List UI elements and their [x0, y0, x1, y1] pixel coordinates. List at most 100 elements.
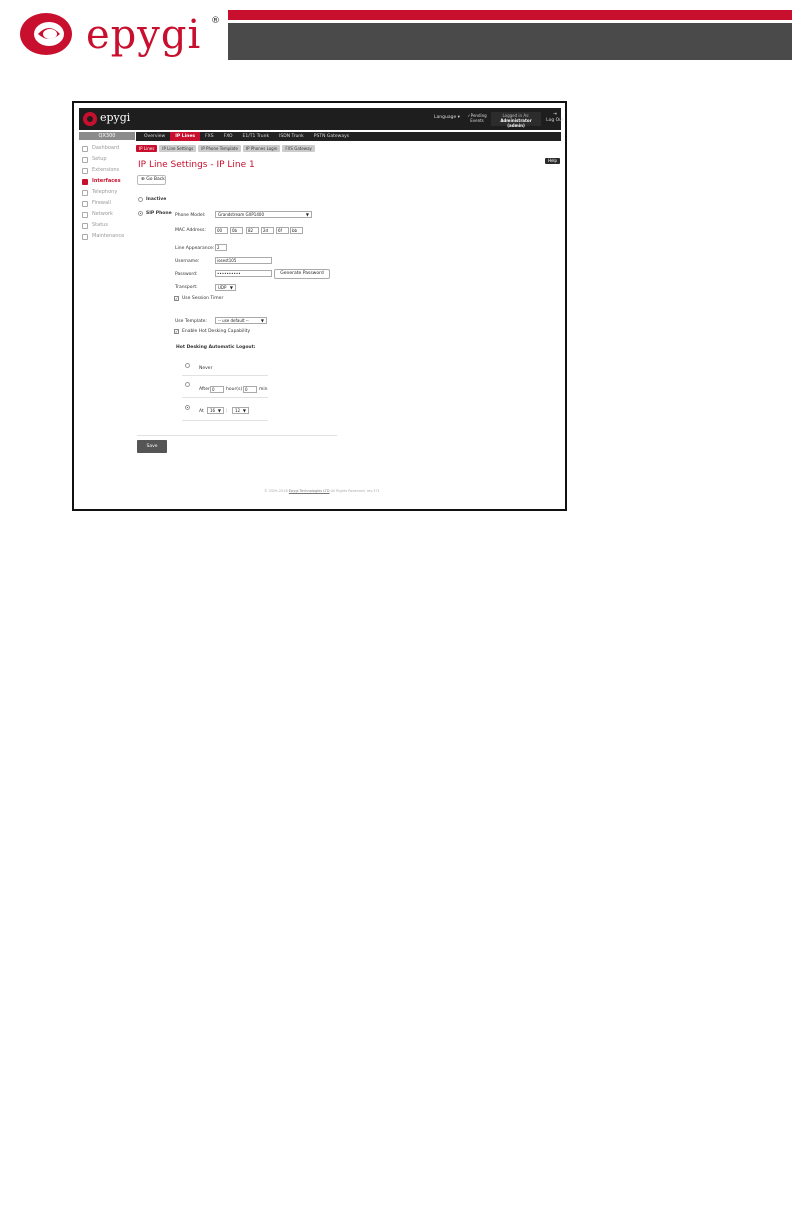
sidebar-item-label: Maintenance	[92, 233, 125, 239]
min-label: min	[259, 387, 268, 392]
logout-never-label: Never	[199, 366, 213, 371]
hot-desking-checkbox[interactable]: ✓	[174, 329, 179, 334]
sidebar-item-firewall[interactable]: Firewall	[79, 198, 135, 209]
top-bar: epygi Language ▾ ✓Pending Events Logged …	[79, 108, 564, 130]
dashboard-icon	[82, 145, 88, 152]
footer-copyright: © 2009-2016	[264, 489, 288, 493]
sidebar-item-label: Firewall	[92, 200, 111, 206]
logout-never-radio[interactable]	[185, 363, 190, 368]
mac-octet-3[interactable]: 82	[246, 227, 259, 234]
tab-pstn-gateways[interactable]: PSTN Gateways	[309, 132, 354, 141]
subtab-ip-phones-login[interactable]: IP Phones Login	[242, 145, 281, 152]
page-title: IP Line Settings - IP Line 1	[138, 160, 255, 170]
line-appearance-input[interactable]: 2	[215, 244, 227, 251]
tab-fxs[interactable]: FXS	[200, 132, 219, 141]
divider	[182, 397, 268, 398]
transport-value: UDP	[218, 285, 227, 290]
go-back-button[interactable]: ⊕ Go Back	[137, 175, 166, 185]
events-label: Events	[470, 118, 484, 123]
back-arrow-icon: ⊕	[141, 177, 145, 182]
tab-fxo[interactable]: FXO	[219, 132, 238, 141]
at-hour-value: 16	[210, 408, 216, 413]
session-timer-checkbox[interactable]: ✓	[174, 296, 179, 301]
sidebar-item-network[interactable]: Network	[79, 209, 135, 220]
sidebar-item-label: Extensions	[92, 167, 120, 173]
app-logo-text: epygi	[100, 111, 131, 124]
at-label: At	[199, 409, 204, 414]
logout-at-radio[interactable]	[185, 405, 190, 410]
language-dropdown[interactable]: Language ▾	[434, 115, 460, 120]
sip-phone-radio[interactable]	[138, 211, 143, 216]
use-template-select[interactable]: -- use default -- ▼	[215, 317, 267, 324]
footer: © 2009-2016 Epygi Technologies LTD All R…	[264, 489, 380, 493]
subtab-ip-lines[interactable]: IP Lines	[136, 145, 158, 152]
after-hours-input[interactable]: 0	[210, 386, 224, 393]
password-input[interactable]: ••••••••••	[215, 270, 272, 277]
dropdown-arrow-icon: ▼	[229, 285, 233, 290]
logout-after-radio[interactable]	[185, 382, 190, 387]
username-input[interactable]: iosest105	[215, 257, 272, 264]
pending-events-button[interactable]: ✓Pending Events	[465, 113, 489, 123]
mac-octet-1[interactable]: 00	[215, 227, 228, 234]
at-min-value: 12	[235, 408, 241, 413]
dropdown-arrow-icon: ▼	[305, 212, 309, 217]
sub-nav: IP Lines IP Line Settings IP Phone Templ…	[136, 145, 315, 152]
logged-in-user: Administrator (admin)	[500, 118, 532, 128]
sidebar-item-label: Setup	[92, 156, 107, 162]
help-button[interactable]: Help	[545, 158, 560, 164]
divider	[182, 420, 268, 421]
sidebar-item-label: Telephony	[92, 189, 118, 195]
sidebar-item-label: Network	[92, 211, 113, 217]
hot-desking-label: Enable Hot Desking Capability	[182, 329, 251, 334]
mac-octet-5[interactable]: 6f	[276, 227, 289, 234]
phone-model-select[interactable]: Grandstream GXP1400 ▼	[215, 211, 312, 218]
generate-password-button[interactable]: Generate Password	[274, 269, 330, 279]
sidebar-item-label: Status	[92, 222, 108, 228]
mac-address-label: MAC Address:	[175, 228, 206, 233]
go-back-label: Go Back	[146, 177, 165, 182]
logout-button[interactable]: ⇥ Log Out	[545, 112, 565, 124]
phone-model-value: Grandstream GXP1400	[218, 212, 264, 217]
subtab-ip-phone-template[interactable]: IP Phone Template	[198, 145, 241, 152]
hours-label: hour(s)	[226, 387, 243, 392]
password-label: Password:	[175, 272, 198, 277]
sidebar-item-interfaces[interactable]: Interfaces	[79, 176, 135, 187]
tab-overview[interactable]: Overview	[139, 132, 170, 141]
sidebar-item-telephony[interactable]: Telephony	[79, 187, 135, 198]
dropdown-arrow-icon: ▼	[242, 408, 246, 413]
sidebar-item-status[interactable]: Status	[79, 220, 135, 231]
sip-phone-label: SIP Phone	[146, 211, 172, 216]
epygi-logo-icon	[20, 13, 72, 55]
at-hour-select[interactable]: 16 ▼	[207, 407, 224, 414]
registered-mark: ®	[211, 16, 220, 26]
tab-isdn-trunk[interactable]: ISDN Trunk	[274, 132, 309, 141]
at-min-select[interactable]: 12 ▼	[232, 407, 249, 414]
mac-octet-2[interactable]: 0b	[230, 227, 243, 234]
transport-select[interactable]: UDP ▼	[215, 284, 236, 291]
inactive-radio[interactable]	[138, 197, 143, 202]
save-button[interactable]: Save	[137, 440, 167, 453]
main-nav: Overview IP Lines FXS FXO E1/T1 Trunk IS…	[136, 132, 561, 141]
header-gray-bar	[228, 23, 792, 60]
device-title: QX300	[79, 132, 135, 140]
use-template-label: Use Template:	[175, 319, 207, 324]
sidebar-item-dashboard[interactable]: Dashboard	[79, 143, 135, 154]
tab-ip-lines[interactable]: IP Lines	[170, 132, 201, 141]
time-colon: :	[226, 409, 228, 414]
sidebar-item-extensions[interactable]: Extensions	[79, 165, 135, 176]
footer-company-link[interactable]: Epygi Technologies LTD	[289, 489, 330, 493]
mac-octet-6[interactable]: bb	[290, 227, 303, 234]
app-logo[interactable]: epygi	[83, 111, 143, 127]
extensions-icon	[82, 167, 88, 174]
tab-e1-t1-trunk[interactable]: E1/T1 Trunk	[238, 132, 275, 141]
sidebar-item-setup[interactable]: Setup	[79, 154, 135, 165]
subtab-ip-line-settings[interactable]: IP Line Settings	[159, 145, 197, 152]
sidebar-item-label: Dashboard	[92, 145, 120, 151]
sidebar-item-maintenance[interactable]: Maintenance	[79, 231, 135, 242]
subtab-fxs-gateway[interactable]: FXS Gateway	[282, 145, 315, 152]
document-logo: epygi ®	[18, 10, 228, 60]
sidebar-item-label: Interfaces	[92, 178, 121, 184]
network-icon	[82, 211, 88, 218]
after-min-input[interactable]: 0	[243, 386, 257, 393]
mac-octet-4[interactable]: 2d	[261, 227, 274, 234]
